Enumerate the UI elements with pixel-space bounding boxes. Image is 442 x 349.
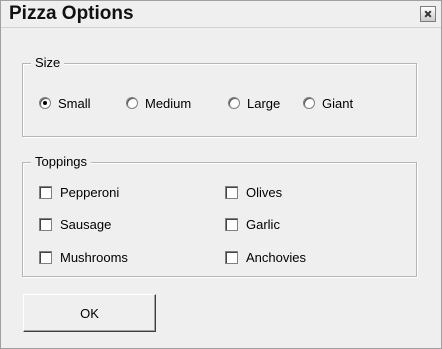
toppings-group: Toppings Pepperoni Olives Sausage Garlic… xyxy=(22,153,417,277)
title-bar[interactable]: Pizza Options xyxy=(1,1,441,28)
size-radio-small[interactable]: Small xyxy=(39,94,91,112)
checkbox-icon[interactable] xyxy=(39,250,52,264)
size-option-label: Small xyxy=(58,95,91,111)
checkbox-icon[interactable] xyxy=(225,250,238,264)
radio-icon[interactable] xyxy=(228,97,240,109)
topping-label: Pepperoni xyxy=(60,184,120,200)
size-radio-large[interactable]: Large xyxy=(228,94,280,112)
size-radio-medium[interactable]: Medium xyxy=(126,94,191,112)
checkbox-icon[interactable] xyxy=(39,217,52,231)
topping-label: Anchovies xyxy=(246,249,306,265)
window-title: Pizza Options xyxy=(9,3,134,24)
radio-icon[interactable] xyxy=(126,97,138,109)
topping-label: Mushrooms xyxy=(60,249,128,265)
topping-checkbox-garlic[interactable]: Garlic xyxy=(225,215,280,233)
size-group: Size Small Medium Large Giant xyxy=(22,54,417,137)
checkbox-icon[interactable] xyxy=(225,185,238,199)
size-option-label: Medium xyxy=(145,95,192,111)
size-option-label: Giant xyxy=(322,95,354,111)
topping-label: Olives xyxy=(246,184,283,200)
topping-label: Garlic xyxy=(246,216,280,232)
topping-checkbox-olives[interactable]: Olives xyxy=(225,183,282,201)
topping-checkbox-sausage[interactable]: Sausage xyxy=(39,215,111,233)
pizza-options-dialog: Pizza Options Size Small Medium Large Gi… xyxy=(0,0,442,349)
topping-checkbox-anchovies[interactable]: Anchovies xyxy=(225,248,306,266)
size-group-label: Size xyxy=(31,54,65,72)
radio-icon[interactable] xyxy=(303,97,315,109)
toppings-group-label: Toppings xyxy=(31,153,92,171)
topping-checkbox-mushrooms[interactable]: Mushrooms xyxy=(39,248,128,266)
topping-checkbox-pepperoni[interactable]: Pepperoni xyxy=(39,183,119,201)
close-icon[interactable] xyxy=(420,6,436,22)
ok-button[interactable]: OK xyxy=(23,294,156,332)
topping-label: Sausage xyxy=(60,216,112,232)
size-option-label: Large xyxy=(247,95,281,111)
checkbox-icon[interactable] xyxy=(39,185,52,199)
radio-selected-icon[interactable] xyxy=(39,97,51,109)
size-radio-giant[interactable]: Giant xyxy=(303,94,353,112)
checkbox-icon[interactable] xyxy=(225,217,238,231)
